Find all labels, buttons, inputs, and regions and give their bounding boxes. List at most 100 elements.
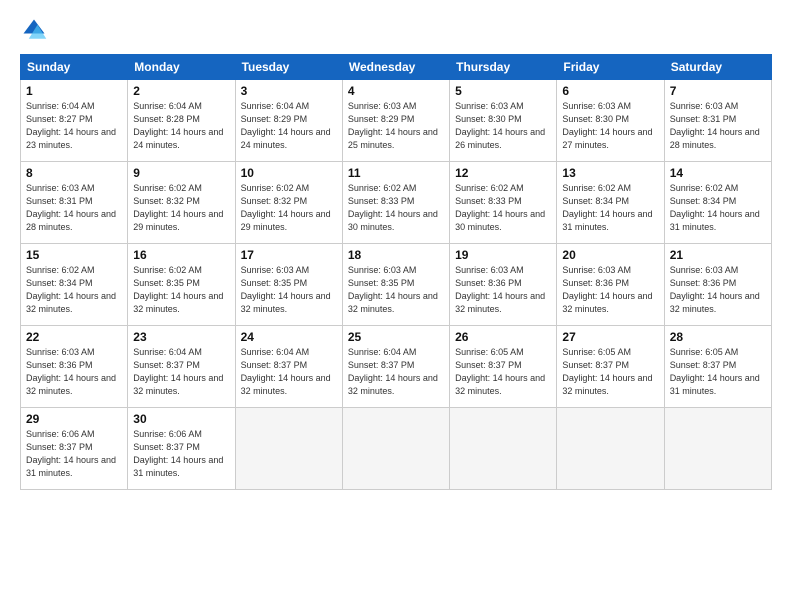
day-info: Sunrise: 6:02 AM Sunset: 8:35 PM Dayligh… (133, 264, 229, 316)
day-info: Sunrise: 6:03 AM Sunset: 8:36 PM Dayligh… (562, 264, 658, 316)
day-info: Sunrise: 6:02 AM Sunset: 8:33 PM Dayligh… (455, 182, 551, 234)
day-number: 30 (133, 412, 229, 426)
calendar-day-cell: 4 Sunrise: 6:03 AM Sunset: 8:29 PM Dayli… (342, 80, 449, 162)
calendar-day-header: Saturday (664, 55, 771, 80)
calendar-day-header: Wednesday (342, 55, 449, 80)
day-number: 29 (26, 412, 122, 426)
day-number: 18 (348, 248, 444, 262)
day-number: 4 (348, 84, 444, 98)
day-number: 16 (133, 248, 229, 262)
day-info: Sunrise: 6:03 AM Sunset: 8:30 PM Dayligh… (455, 100, 551, 152)
calendar-day-header: Tuesday (235, 55, 342, 80)
day-number: 5 (455, 84, 551, 98)
calendar-day-cell: 1 Sunrise: 6:04 AM Sunset: 8:27 PM Dayli… (21, 80, 128, 162)
day-info: Sunrise: 6:02 AM Sunset: 8:32 PM Dayligh… (241, 182, 337, 234)
day-number: 25 (348, 330, 444, 344)
calendar-day-cell: 10 Sunrise: 6:02 AM Sunset: 8:32 PM Dayl… (235, 162, 342, 244)
day-number: 14 (670, 166, 766, 180)
calendar-day-cell: 9 Sunrise: 6:02 AM Sunset: 8:32 PM Dayli… (128, 162, 235, 244)
logo-icon (20, 16, 48, 44)
calendar-day-cell (557, 408, 664, 490)
day-info: Sunrise: 6:04 AM Sunset: 8:29 PM Dayligh… (241, 100, 337, 152)
day-number: 12 (455, 166, 551, 180)
day-info: Sunrise: 6:03 AM Sunset: 8:31 PM Dayligh… (26, 182, 122, 234)
day-info: Sunrise: 6:03 AM Sunset: 8:35 PM Dayligh… (241, 264, 337, 316)
day-number: 24 (241, 330, 337, 344)
calendar-day-header: Sunday (21, 55, 128, 80)
day-number: 7 (670, 84, 766, 98)
calendar-week-row: 29 Sunrise: 6:06 AM Sunset: 8:37 PM Dayl… (21, 408, 772, 490)
day-number: 13 (562, 166, 658, 180)
day-info: Sunrise: 6:03 AM Sunset: 8:35 PM Dayligh… (348, 264, 444, 316)
day-info: Sunrise: 6:05 AM Sunset: 8:37 PM Dayligh… (670, 346, 766, 398)
calendar-day-cell: 18 Sunrise: 6:03 AM Sunset: 8:35 PM Dayl… (342, 244, 449, 326)
calendar-day-cell: 11 Sunrise: 6:02 AM Sunset: 8:33 PM Dayl… (342, 162, 449, 244)
day-number: 28 (670, 330, 766, 344)
day-info: Sunrise: 6:02 AM Sunset: 8:33 PM Dayligh… (348, 182, 444, 234)
header (20, 16, 772, 44)
day-info: Sunrise: 6:06 AM Sunset: 8:37 PM Dayligh… (133, 428, 229, 480)
calendar-day-header: Friday (557, 55, 664, 80)
day-number: 8 (26, 166, 122, 180)
calendar-day-cell: 26 Sunrise: 6:05 AM Sunset: 8:37 PM Dayl… (450, 326, 557, 408)
calendar-day-cell: 24 Sunrise: 6:04 AM Sunset: 8:37 PM Dayl… (235, 326, 342, 408)
day-info: Sunrise: 6:03 AM Sunset: 8:30 PM Dayligh… (562, 100, 658, 152)
calendar-day-header: Thursday (450, 55, 557, 80)
day-number: 21 (670, 248, 766, 262)
calendar-day-cell (450, 408, 557, 490)
day-info: Sunrise: 6:03 AM Sunset: 8:29 PM Dayligh… (348, 100, 444, 152)
calendar-day-cell: 16 Sunrise: 6:02 AM Sunset: 8:35 PM Dayl… (128, 244, 235, 326)
day-number: 17 (241, 248, 337, 262)
day-number: 22 (26, 330, 122, 344)
calendar-day-cell: 15 Sunrise: 6:02 AM Sunset: 8:34 PM Dayl… (21, 244, 128, 326)
day-info: Sunrise: 6:02 AM Sunset: 8:34 PM Dayligh… (670, 182, 766, 234)
day-number: 27 (562, 330, 658, 344)
calendar-day-cell (664, 408, 771, 490)
calendar-day-cell: 27 Sunrise: 6:05 AM Sunset: 8:37 PM Dayl… (557, 326, 664, 408)
calendar-day-cell: 2 Sunrise: 6:04 AM Sunset: 8:28 PM Dayli… (128, 80, 235, 162)
calendar-table: SundayMondayTuesdayWednesdayThursdayFrid… (20, 54, 772, 490)
calendar-week-row: 15 Sunrise: 6:02 AM Sunset: 8:34 PM Dayl… (21, 244, 772, 326)
calendar-day-cell: 19 Sunrise: 6:03 AM Sunset: 8:36 PM Dayl… (450, 244, 557, 326)
day-info: Sunrise: 6:06 AM Sunset: 8:37 PM Dayligh… (26, 428, 122, 480)
calendar-day-cell: 29 Sunrise: 6:06 AM Sunset: 8:37 PM Dayl… (21, 408, 128, 490)
day-info: Sunrise: 6:02 AM Sunset: 8:34 PM Dayligh… (26, 264, 122, 316)
calendar-day-cell: 28 Sunrise: 6:05 AM Sunset: 8:37 PM Dayl… (664, 326, 771, 408)
calendar-day-cell: 22 Sunrise: 6:03 AM Sunset: 8:36 PM Dayl… (21, 326, 128, 408)
day-info: Sunrise: 6:04 AM Sunset: 8:27 PM Dayligh… (26, 100, 122, 152)
day-number: 3 (241, 84, 337, 98)
day-number: 1 (26, 84, 122, 98)
calendar-day-cell: 14 Sunrise: 6:02 AM Sunset: 8:34 PM Dayl… (664, 162, 771, 244)
day-number: 2 (133, 84, 229, 98)
calendar-day-cell: 17 Sunrise: 6:03 AM Sunset: 8:35 PM Dayl… (235, 244, 342, 326)
day-number: 9 (133, 166, 229, 180)
calendar-week-row: 1 Sunrise: 6:04 AM Sunset: 8:27 PM Dayli… (21, 80, 772, 162)
calendar-day-cell: 21 Sunrise: 6:03 AM Sunset: 8:36 PM Dayl… (664, 244, 771, 326)
day-info: Sunrise: 6:02 AM Sunset: 8:34 PM Dayligh… (562, 182, 658, 234)
day-number: 15 (26, 248, 122, 262)
calendar-day-cell: 13 Sunrise: 6:02 AM Sunset: 8:34 PM Dayl… (557, 162, 664, 244)
calendar-day-cell: 8 Sunrise: 6:03 AM Sunset: 8:31 PM Dayli… (21, 162, 128, 244)
calendar-week-row: 8 Sunrise: 6:03 AM Sunset: 8:31 PM Dayli… (21, 162, 772, 244)
calendar-day-header: Monday (128, 55, 235, 80)
calendar-day-cell: 30 Sunrise: 6:06 AM Sunset: 8:37 PM Dayl… (128, 408, 235, 490)
day-number: 10 (241, 166, 337, 180)
calendar-day-cell: 6 Sunrise: 6:03 AM Sunset: 8:30 PM Dayli… (557, 80, 664, 162)
day-info: Sunrise: 6:04 AM Sunset: 8:28 PM Dayligh… (133, 100, 229, 152)
calendar-day-cell: 12 Sunrise: 6:02 AM Sunset: 8:33 PM Dayl… (450, 162, 557, 244)
day-info: Sunrise: 6:03 AM Sunset: 8:36 PM Dayligh… (670, 264, 766, 316)
page: SundayMondayTuesdayWednesdayThursdayFrid… (0, 0, 792, 612)
day-info: Sunrise: 6:02 AM Sunset: 8:32 PM Dayligh… (133, 182, 229, 234)
calendar-day-cell: 7 Sunrise: 6:03 AM Sunset: 8:31 PM Dayli… (664, 80, 771, 162)
day-info: Sunrise: 6:04 AM Sunset: 8:37 PM Dayligh… (241, 346, 337, 398)
calendar-day-cell: 3 Sunrise: 6:04 AM Sunset: 8:29 PM Dayli… (235, 80, 342, 162)
day-number: 23 (133, 330, 229, 344)
calendar-day-cell (235, 408, 342, 490)
day-info: Sunrise: 6:03 AM Sunset: 8:36 PM Dayligh… (455, 264, 551, 316)
calendar-day-cell: 20 Sunrise: 6:03 AM Sunset: 8:36 PM Dayl… (557, 244, 664, 326)
day-number: 6 (562, 84, 658, 98)
calendar-week-row: 22 Sunrise: 6:03 AM Sunset: 8:36 PM Dayl… (21, 326, 772, 408)
day-info: Sunrise: 6:03 AM Sunset: 8:31 PM Dayligh… (670, 100, 766, 152)
day-info: Sunrise: 6:04 AM Sunset: 8:37 PM Dayligh… (348, 346, 444, 398)
logo (20, 16, 52, 44)
